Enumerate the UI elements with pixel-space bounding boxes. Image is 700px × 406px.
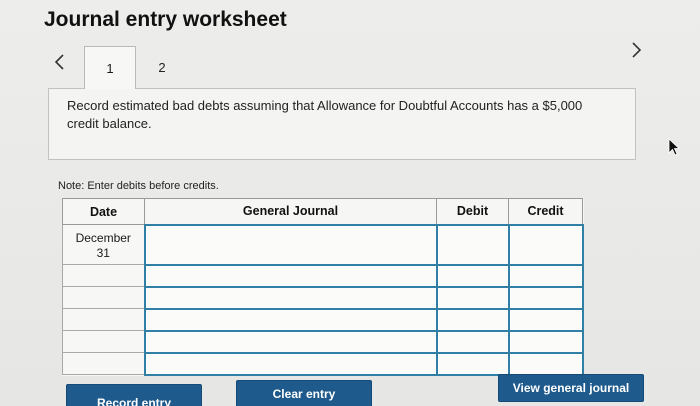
- account-input[interactable]: [143, 285, 438, 310]
- debit-header: Debit: [436, 198, 509, 225]
- credit-header: Credit: [508, 198, 583, 225]
- date-cell: [62, 264, 145, 287]
- credit-input[interactable]: [507, 223, 584, 266]
- tab-bar: 1 2: [40, 46, 680, 89]
- date-header: Date: [62, 198, 145, 225]
- general-journal-header: General Journal: [144, 198, 437, 225]
- table-header-row: Date General Journal Debit Credit: [62, 198, 583, 225]
- date-cell: [62, 308, 145, 331]
- date-month: December: [75, 231, 131, 245]
- account-input[interactable]: [143, 307, 438, 332]
- debit-input[interactable]: [435, 285, 510, 310]
- date-day: 31: [96, 246, 110, 260]
- credit-input[interactable]: [507, 263, 584, 288]
- table-row: [62, 329, 584, 354]
- table-row: [62, 351, 584, 376]
- date-cell: [62, 286, 145, 309]
- journal-table: Date General Journal Debit Credit Decemb…: [62, 198, 584, 376]
- credit-input[interactable]: [507, 307, 584, 332]
- table-row: [62, 263, 584, 288]
- credit-input[interactable]: [507, 329, 584, 354]
- tab-2[interactable]: 2: [136, 46, 188, 88]
- chevron-right-icon[interactable]: [628, 40, 644, 60]
- credit-input[interactable]: [507, 285, 584, 310]
- instruction-text: Record estimated bad debts assuming that…: [67, 98, 583, 131]
- date-cell: December 31: [62, 224, 145, 265]
- debit-input[interactable]: [435, 351, 510, 376]
- table-row: December 31: [62, 223, 584, 266]
- clear-entry-button[interactable]: Clear entry: [236, 380, 372, 406]
- debit-input[interactable]: [435, 329, 510, 354]
- account-input[interactable]: [143, 329, 438, 354]
- debit-input[interactable]: [435, 263, 510, 288]
- account-input[interactable]: [143, 263, 438, 288]
- mouse-cursor-icon: [668, 138, 680, 156]
- debit-input[interactable]: [435, 223, 510, 266]
- view-general-journal-button[interactable]: View general journal: [498, 374, 644, 402]
- journal-entry-worksheet: Journal entry worksheet 1 2 Record estim…: [0, 0, 700, 406]
- account-input[interactable]: [143, 223, 438, 266]
- date-cell: [62, 352, 145, 375]
- note-text: Note: Enter debits before credits.: [58, 180, 219, 192]
- record-entry-button[interactable]: Record entry: [66, 384, 202, 406]
- account-input[interactable]: [143, 351, 438, 376]
- page-title: Journal entry worksheet: [44, 8, 287, 31]
- table-row: [62, 285, 584, 310]
- credit-input[interactable]: [507, 351, 584, 376]
- date-cell: [62, 330, 145, 353]
- tab-1[interactable]: 1: [84, 46, 136, 89]
- table-row: [62, 307, 584, 332]
- debit-input[interactable]: [435, 307, 510, 332]
- instruction-panel: Record estimated bad debts assuming that…: [48, 88, 636, 160]
